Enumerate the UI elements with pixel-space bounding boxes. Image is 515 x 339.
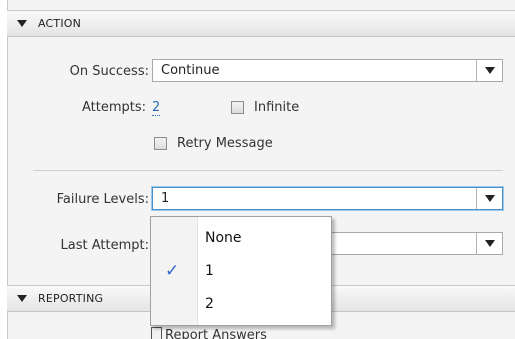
failure-levels-menu: None ✓ 1 2 [150,216,332,326]
menu-item-1[interactable]: ✓ 1 [151,256,331,288]
menu-item-2[interactable]: 2 [151,289,331,321]
attempts-label: Attempts: [81,100,146,115]
chevron-down-icon [485,195,495,202]
menu-item-label: None [205,230,242,246]
last-attempt-dropdown-button[interactable] [476,233,502,254]
failure-levels-dropdown-button[interactable] [476,188,502,209]
action-section-header[interactable]: ACTION [7,10,515,37]
menu-item-label: 1 [205,263,214,279]
infinite-checkbox[interactable] [231,101,244,114]
chevron-down-icon [485,67,495,74]
section-divider [33,170,503,171]
failure-levels-dropdown[interactable]: 1 [152,187,503,210]
retry-message-checkbox[interactable] [154,137,167,150]
failure-levels-label: Failure Levels: [56,192,149,207]
on-success-label: On Success: [69,64,149,79]
action-section-title: ACTION [38,17,82,30]
attempts-value[interactable]: 2 [152,101,161,116]
report-answers-checkbox[interactable] [151,327,162,339]
checkmark-icon: ✓ [165,261,180,281]
collapse-triangle-icon[interactable] [17,295,27,302]
collapse-triangle-icon[interactable] [17,20,27,27]
retry-message-label: Retry Message [177,136,273,151]
infinite-label: Infinite [254,100,300,115]
chevron-down-icon [485,240,495,247]
menu-item-label: 2 [205,296,214,312]
on-success-value: Continue [161,63,220,78]
report-answers-label: Report Answers [165,328,267,339]
failure-levels-value: 1 [161,191,170,206]
last-attempt-label: Last Attempt: [60,238,149,253]
menu-item-none[interactable]: None [151,223,331,255]
reporting-section-title: REPORTING [38,292,104,305]
on-success-dropdown-button[interactable] [476,60,502,81]
on-success-dropdown[interactable]: Continue [152,59,503,82]
